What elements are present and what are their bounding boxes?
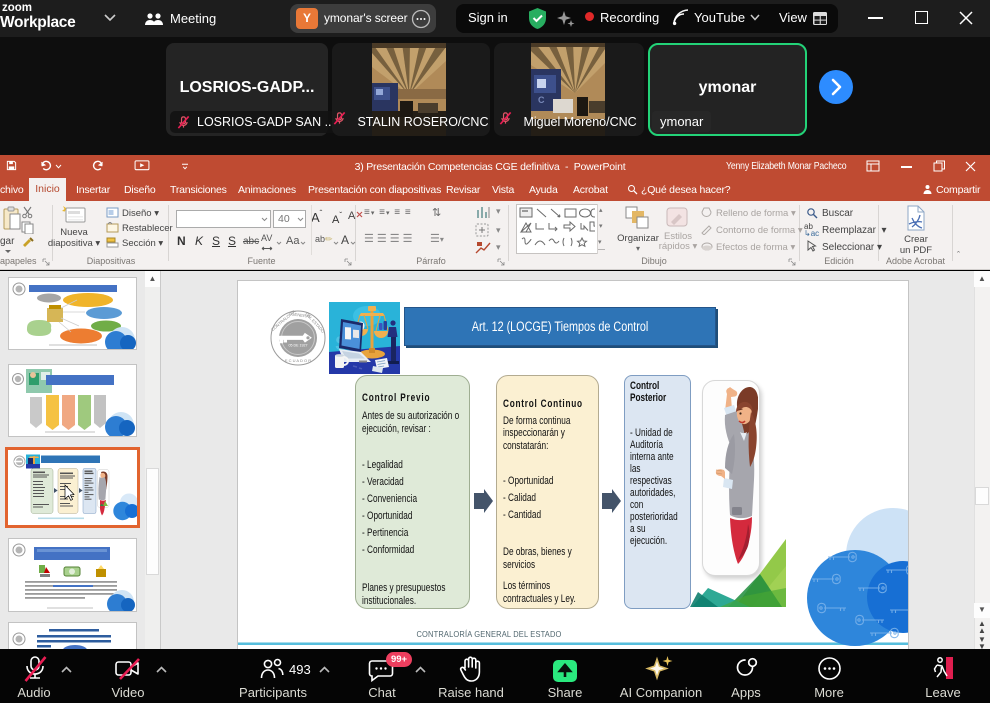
svg-text:A: A [348, 210, 356, 222]
svg-text:05 DE 1927: 05 DE 1927 [289, 344, 308, 348]
svg-text:E C U A D O R: E C U A D O R [285, 358, 311, 363]
svg-text:C: C [538, 95, 545, 105]
